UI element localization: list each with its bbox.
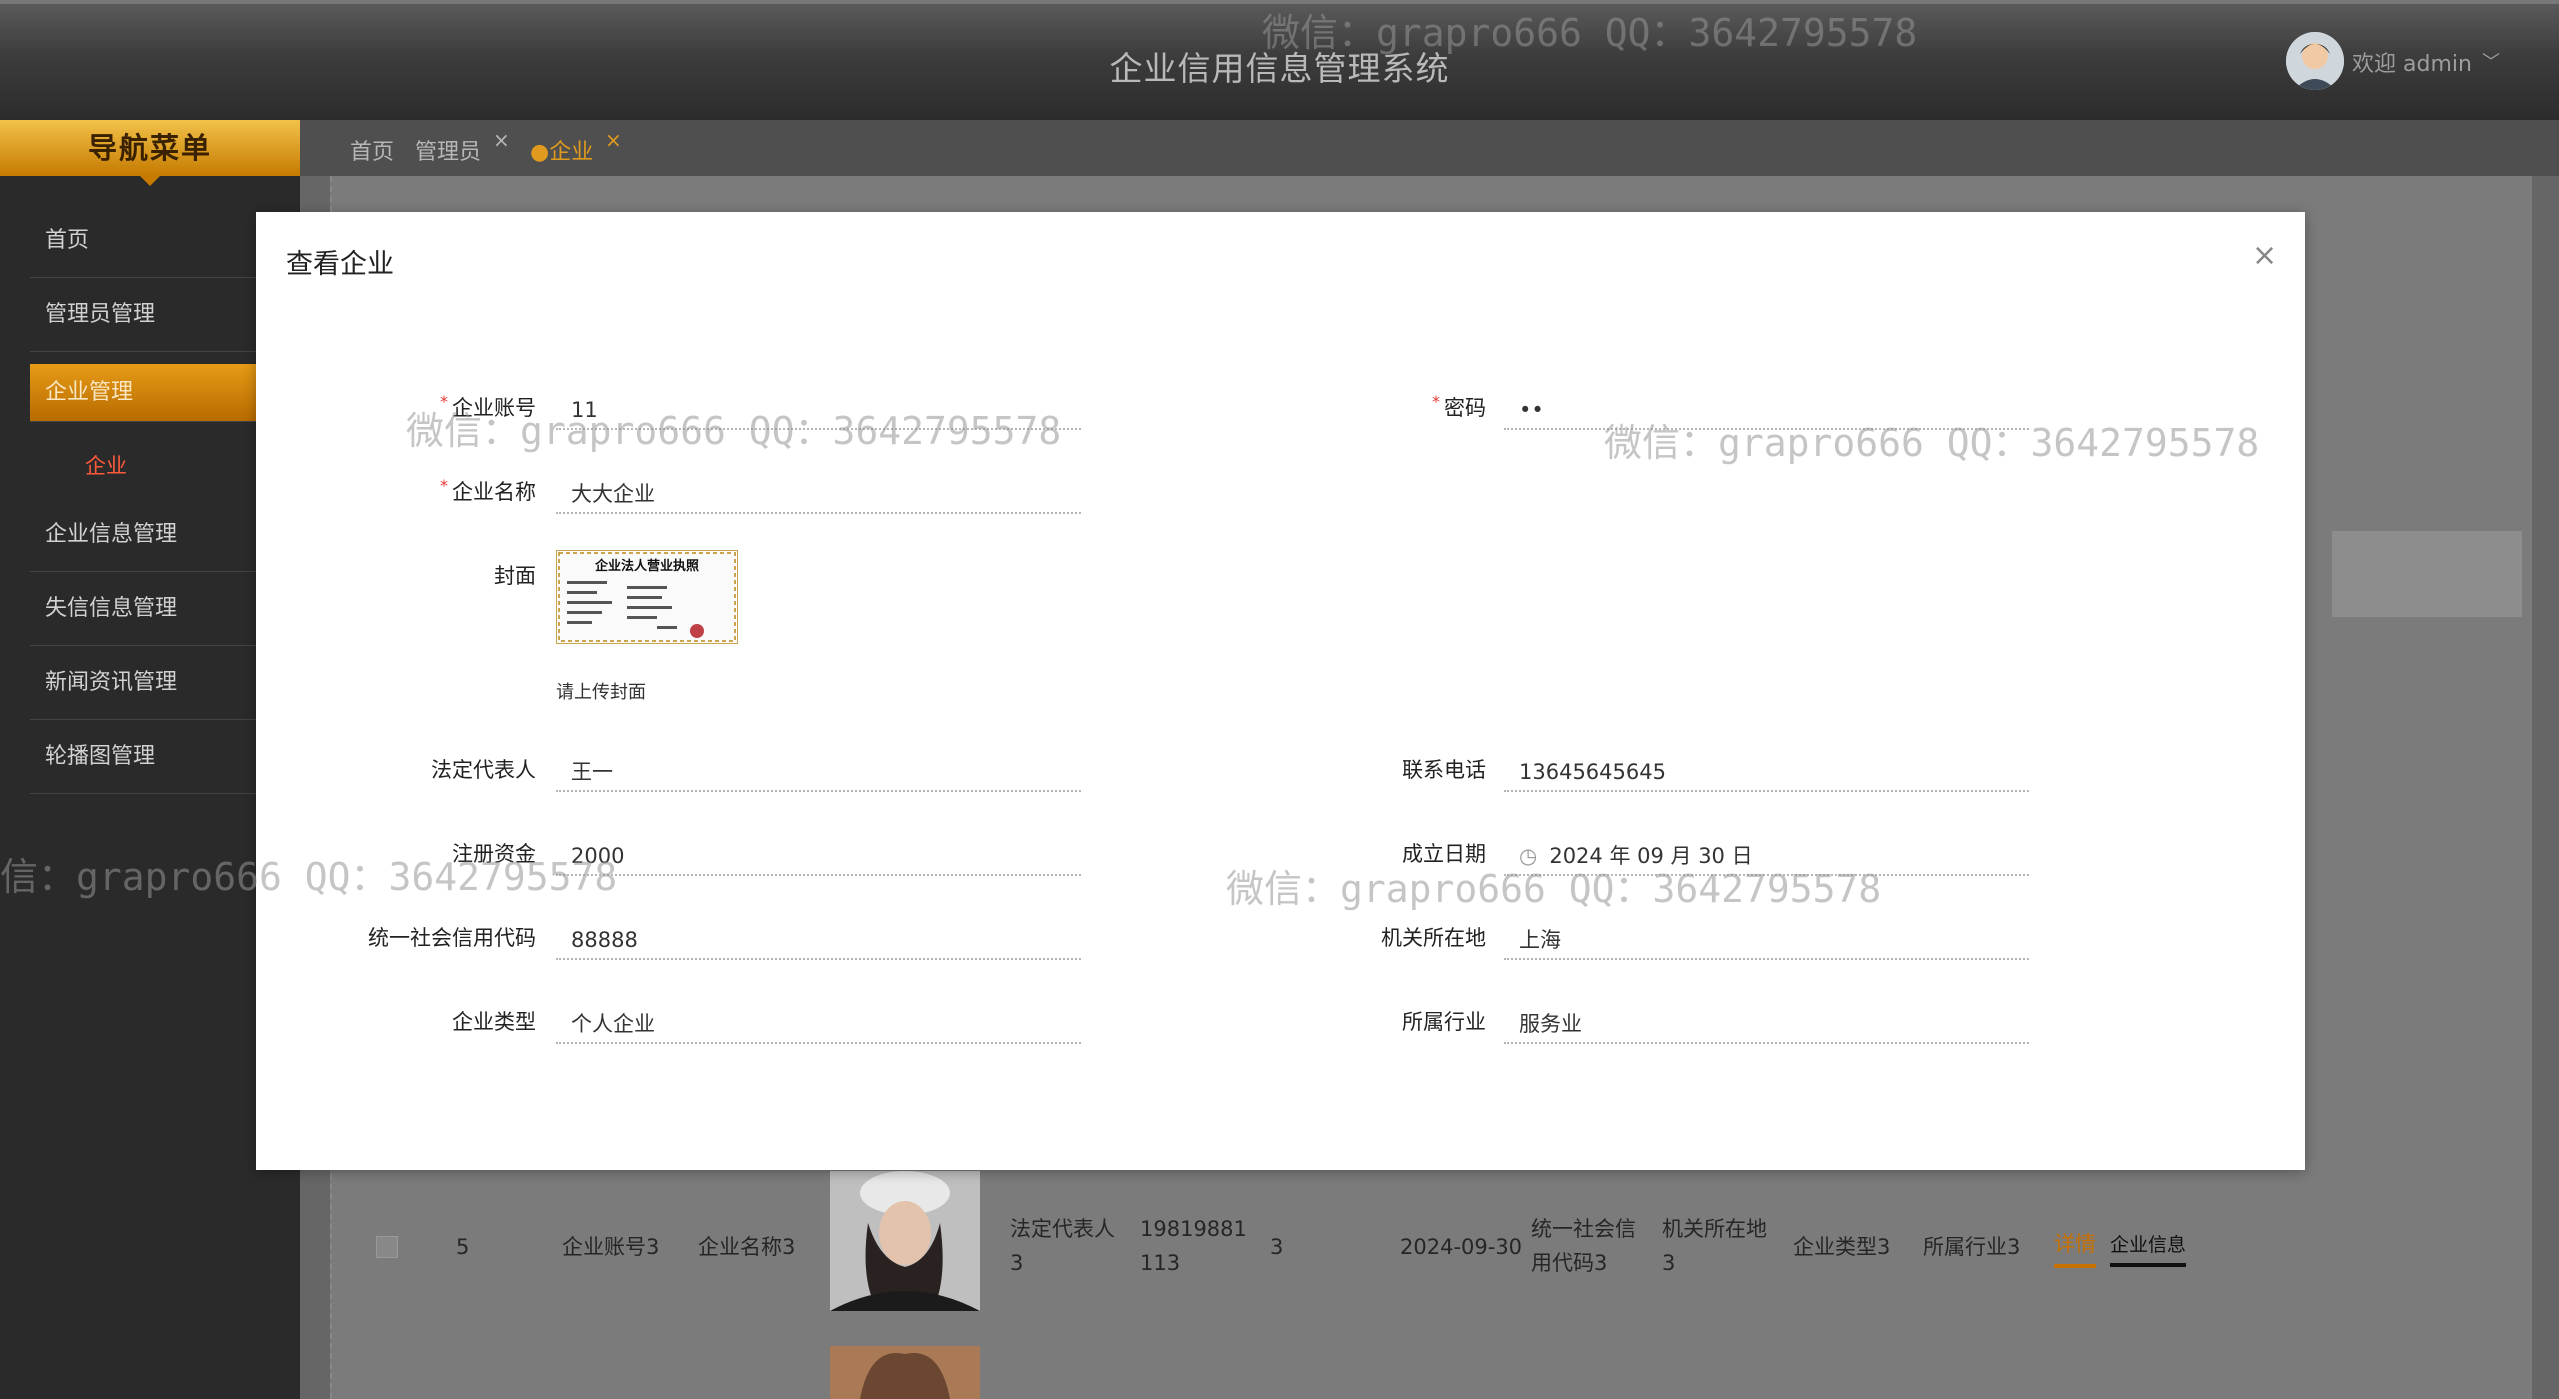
nav-menu-title: 导航菜单 (0, 120, 300, 176)
tab-home[interactable]: 首页 (350, 134, 394, 166)
detail-link[interactable]: 详情 (2054, 1228, 2096, 1268)
welcome-user[interactable]: 欢迎 admin (2352, 46, 2472, 78)
phone-field[interactable]: 13645645645 (1504, 752, 2029, 792)
type-field[interactable]: 个人企业 (556, 1004, 1081, 1044)
cell-date: 2024-09-30 (1400, 1235, 1523, 1259)
label-name: * 企业名称 (440, 476, 536, 504)
label-founded: 成立日期 (1402, 842, 1486, 866)
location-field[interactable]: 上海 (1504, 920, 2029, 960)
label-cover: 封面 (494, 564, 536, 588)
label-location: 机关所在地 (1381, 926, 1486, 950)
license-document-icon (558, 552, 736, 642)
sidebar-item-carousel[interactable]: 轮播图管理 (30, 720, 256, 794)
required-mark: * (1432, 392, 1440, 411)
password-field[interactable]: •• (1504, 390, 2029, 430)
cell-type: 企业类型3 (1793, 1235, 1891, 1259)
clock-icon: ◷ (1519, 844, 1538, 868)
tab-enterprise-close-icon[interactable]: × (605, 128, 622, 152)
cell-legal-rep: 法定代表人3 (1010, 1217, 1115, 1275)
view-enterprise-dialog: 查看企业 × * 企业账号 11 * 密码 •• * 企业名称 大大企业 封面 企业法… (256, 212, 2305, 1170)
row-cover-image-next (830, 1346, 980, 1399)
required-mark: * (440, 476, 448, 495)
label-type: 企业类型 (452, 1010, 536, 1034)
credit-code-field[interactable]: 88888 (556, 920, 1081, 960)
chevron-down-icon[interactable]: ﹀ (2482, 48, 2500, 74)
cell-phone: 19819881113 (1140, 1217, 1247, 1275)
label-industry: 所属行业 (1402, 1010, 1486, 1034)
row-checkbox[interactable] (376, 1236, 398, 1258)
upload-hint: 请上传封面 (556, 682, 646, 703)
sidebar-item-news[interactable]: 新闻资讯管理 (30, 646, 256, 720)
cell-location: 机关所在地3 (1662, 1217, 1767, 1275)
industry-field[interactable]: 服务业 (1504, 1004, 2029, 1044)
label-credit-code: 统一社会信用代码 (368, 926, 536, 950)
sidebar-subitem-enterprise[interactable]: 企业 (85, 450, 127, 480)
tab-admin[interactable]: 管理员 (415, 134, 481, 166)
nav-arrow-icon (140, 176, 160, 186)
portrait-photo-icon (830, 1171, 980, 1311)
founded-date-value: 2024 年 09 月 30 日 (1549, 844, 1753, 868)
dialog-title: 查看企业 (286, 249, 394, 280)
tab-bar: 首页 管理员 × ●企业 × (300, 120, 2559, 176)
sidebar-item-dishonest[interactable]: 失信信息管理 (30, 572, 256, 646)
label-password: * 密码 (1432, 392, 1486, 420)
sidebar-item-enterprise-info[interactable]: 企业信息管理 (30, 498, 256, 572)
cell-industry: 所属行业3 (1923, 1235, 2021, 1259)
founded-date-field[interactable]: ◷ 2024 年 09 月 30 日 (1504, 836, 2029, 876)
sidebar-item-admin[interactable]: 管理员管理 (30, 278, 256, 352)
cell-name: 企业名称3 (698, 1235, 796, 1259)
avatar[interactable] (2286, 32, 2344, 90)
sidebar-item-enterprise[interactable]: 企业管理 (30, 364, 256, 422)
cover-image[interactable]: 企业法人营业执照 (556, 550, 738, 644)
sidebar-item-home[interactable]: 首页 (30, 204, 256, 278)
label-legal-rep: 法定代表人 (431, 758, 536, 782)
enterprise-info-link[interactable]: 企业信息 (2110, 1230, 2187, 1267)
close-icon[interactable]: × (2252, 238, 2277, 273)
name-field[interactable]: 大大企业 (556, 474, 1081, 514)
label-account: * 企业账号 (440, 392, 536, 420)
label-phone: 联系电话 (1402, 758, 1486, 782)
account-field[interactable]: 11 (556, 390, 1081, 430)
sidebar: 导航菜单 首页 管理员管理 企业管理 企业 企业信息管理 失信信息管理 新闻资讯… (0, 120, 300, 1399)
tab-admin-close-icon[interactable]: × (493, 128, 510, 152)
cell-account: 企业账号3 (562, 1235, 660, 1259)
user-avatar-icon (2286, 32, 2344, 90)
label-capital: 注册资金 (452, 842, 536, 866)
tab-enterprise[interactable]: ●企业 (530, 134, 593, 166)
cell-capital: 3 (1270, 1235, 1284, 1259)
cell-index: 5 (456, 1235, 470, 1259)
top-header: 企业信用信息管理系统 欢迎 admin ﹀ (0, 0, 2559, 120)
legal-rep-field[interactable]: 王一 (556, 752, 1081, 792)
portrait-photo-icon (830, 1346, 980, 1399)
cell-credit-code: 统一社会信用代码3 (1531, 1217, 1636, 1275)
table-header-band (2332, 531, 2522, 617)
row-cover-image (830, 1171, 980, 1311)
capital-field[interactable]: 2000 (556, 836, 1081, 876)
app-title: 企业信用信息管理系统 (1109, 49, 1450, 88)
required-mark: * (440, 392, 448, 411)
